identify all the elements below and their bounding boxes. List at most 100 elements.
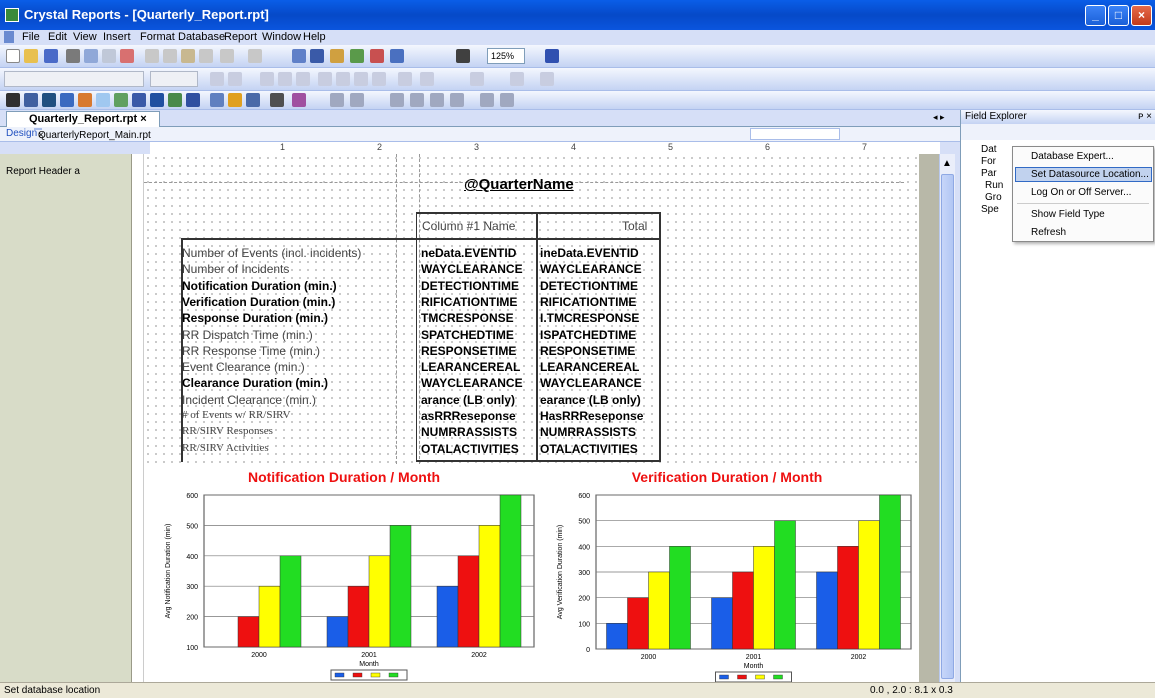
percent-icon[interactable] [540, 72, 554, 86]
cross-tab-icon[interactable] [60, 93, 74, 107]
highlighting-expert-icon[interactable] [350, 93, 364, 107]
column-header-1[interactable]: Column #1 Name [422, 219, 515, 233]
row-value-col1[interactable]: NUMRRASSISTS [421, 425, 517, 439]
line-icon[interactable] [114, 93, 128, 107]
dependency-checker-icon[interactable] [370, 49, 384, 63]
column-header-total[interactable]: Total [622, 219, 647, 233]
new-icon[interactable] [6, 49, 20, 63]
box-icon[interactable] [132, 93, 146, 107]
row-value-total[interactable]: WAYCLEARANCE [540, 262, 642, 276]
row-label[interactable]: Notification Duration (min.) [182, 279, 337, 293]
format-painter-icon[interactable] [199, 49, 213, 63]
olap-icon[interactable] [78, 93, 92, 107]
row-value-col1[interactable]: WAYCLEARANCE [421, 262, 523, 276]
zoom-select[interactable]: 125% [487, 48, 525, 64]
row-label[interactable]: # of Events w/ RR/SIRV [182, 409, 291, 421]
row-label[interactable]: RR Dispatch Time (min.) [182, 328, 313, 342]
row-value-total[interactable]: I.TMCRESPONSE [540, 311, 639, 325]
font-color-icon[interactable] [398, 72, 412, 86]
row-label[interactable]: Response Duration (min.) [182, 311, 328, 325]
row-value-total[interactable]: LEARANCEREAL [540, 360, 639, 374]
row-label[interactable]: Event Clearance (min.) [182, 360, 305, 374]
stop-icon[interactable] [480, 93, 494, 107]
quarter-name-field[interactable]: @QuarterName [464, 176, 574, 193]
pin-icon[interactable]: ᴘ × [1138, 110, 1152, 124]
row-value-total[interactable]: ineData.EVENTID [540, 246, 639, 260]
row-label[interactable]: Incident Clearance (min.) [182, 393, 316, 407]
open-icon[interactable] [24, 49, 38, 63]
font-name-select[interactable] [4, 71, 144, 87]
menu-window[interactable]: Window [262, 31, 301, 43]
row-label[interactable]: Number of Events (incl. incidents) [182, 246, 361, 260]
tree-running-total-fields[interactable]: Run [985, 180, 1003, 191]
next-page-icon[interactable] [430, 93, 444, 107]
menu-log-on-off-server[interactable]: Log On or Off Server... [1031, 187, 1131, 198]
paste-icon[interactable] [181, 49, 195, 63]
tree-database-fields[interactable]: Dat [981, 144, 997, 155]
cut-icon[interactable] [145, 49, 159, 63]
previous-page-icon[interactable] [410, 93, 424, 107]
row-value-total[interactable]: DETECTIONTIME [540, 279, 638, 293]
tab-quarterly-report[interactable]: Quarterly_Report.rpt × [6, 111, 160, 127]
italic-icon[interactable] [278, 72, 292, 86]
section-expert-icon[interactable] [210, 93, 224, 107]
menu-help[interactable]: Help [303, 31, 326, 43]
template-expert-icon[interactable] [292, 93, 306, 107]
row-label[interactable]: Clearance Duration (min.) [182, 376, 328, 390]
tree-group-name-fields[interactable]: Gro [985, 192, 1002, 203]
menu-report[interactable]: Report [224, 31, 257, 43]
help-icon[interactable] [545, 49, 559, 63]
row-value-col1[interactable]: OTALACTIVITIES [421, 442, 519, 456]
font-size-select[interactable] [150, 71, 198, 87]
row-value-col1[interactable]: DETECTIONTIME [421, 279, 519, 293]
row-value-col1[interactable]: asRRReseponse [421, 409, 516, 423]
picture-icon[interactable] [150, 93, 164, 107]
last-page-icon[interactable] [450, 93, 464, 107]
copy-icon[interactable] [163, 49, 177, 63]
row-value-total[interactable]: RIFICATIONTIME [540, 295, 636, 309]
notification-duration-chart[interactable]: Notification Duration / Month 100 200 300 40… [144, 464, 544, 682]
menu-edit[interactable]: Edit [48, 31, 67, 43]
tree-parameter-fields[interactable]: Par [981, 168, 997, 179]
formula-workshop-icon[interactable] [270, 93, 284, 107]
row-label[interactable]: RR/SIRV Activities [182, 442, 269, 454]
menu-show-field-type[interactable]: Show Field Type [1031, 209, 1105, 220]
row-value-col1[interactable]: RIFICATIONTIME [421, 295, 517, 309]
undo-icon[interactable] [220, 49, 234, 63]
row-value-col1[interactable]: TMCRESPONSE [421, 311, 514, 325]
row-value-total[interactable]: NUMRRASSISTS [540, 425, 636, 439]
verification-duration-chart[interactable]: Verification Duration / Month 0 100 200 300 4… [542, 464, 922, 682]
close-subtab-icon[interactable]: × [38, 130, 44, 141]
tab-design[interactable]: Design [6, 128, 37, 139]
row-value-total[interactable]: earance (LB only) [540, 393, 641, 407]
row-value-col1[interactable]: WAYCLEARANCE [421, 376, 523, 390]
minimize-button[interactable]: _ [1085, 5, 1106, 26]
report-design-canvas[interactable]: @QuarterName Column #1 Name Total Number… [144, 154, 939, 682]
group-icon[interactable] [24, 93, 38, 107]
row-value-total[interactable]: ISPATCHEDTIME [540, 328, 636, 342]
report-explorer-icon[interactable] [330, 49, 344, 63]
summary-icon[interactable] [42, 93, 56, 107]
row-label[interactable]: Number of Incidents [182, 262, 289, 276]
menu-database-expert[interactable]: Database Expert... [1031, 151, 1114, 162]
lock-format-icon[interactable] [470, 72, 484, 86]
row-value-col1[interactable]: LEARANCEREAL [421, 360, 520, 374]
align-center-icon[interactable] [336, 72, 350, 86]
field-explorer-icon[interactable] [310, 49, 324, 63]
border-icon[interactable] [420, 72, 434, 86]
find-icon[interactable] [456, 49, 470, 63]
row-label[interactable]: RR Response Time (min.) [182, 344, 320, 358]
close-button[interactable]: × [1131, 5, 1152, 26]
tree-formula-fields[interactable]: For [981, 156, 996, 167]
page-navigator[interactable] [750, 128, 840, 140]
justify-icon[interactable] [372, 72, 386, 86]
row-value-col1[interactable]: neData.EVENTID [421, 246, 516, 260]
redo-icon[interactable] [248, 49, 262, 63]
tab-scroll-icon[interactable]: ◂ ▸ [933, 112, 945, 123]
currency-icon[interactable] [510, 72, 524, 86]
row-label[interactable]: Verification Duration (min.) [182, 295, 335, 309]
increase-font-icon[interactable] [210, 72, 224, 86]
chart-icon[interactable] [168, 93, 182, 107]
row-value-col1[interactable]: SPATCHEDTIME [421, 328, 514, 342]
align-left-icon[interactable] [318, 72, 332, 86]
